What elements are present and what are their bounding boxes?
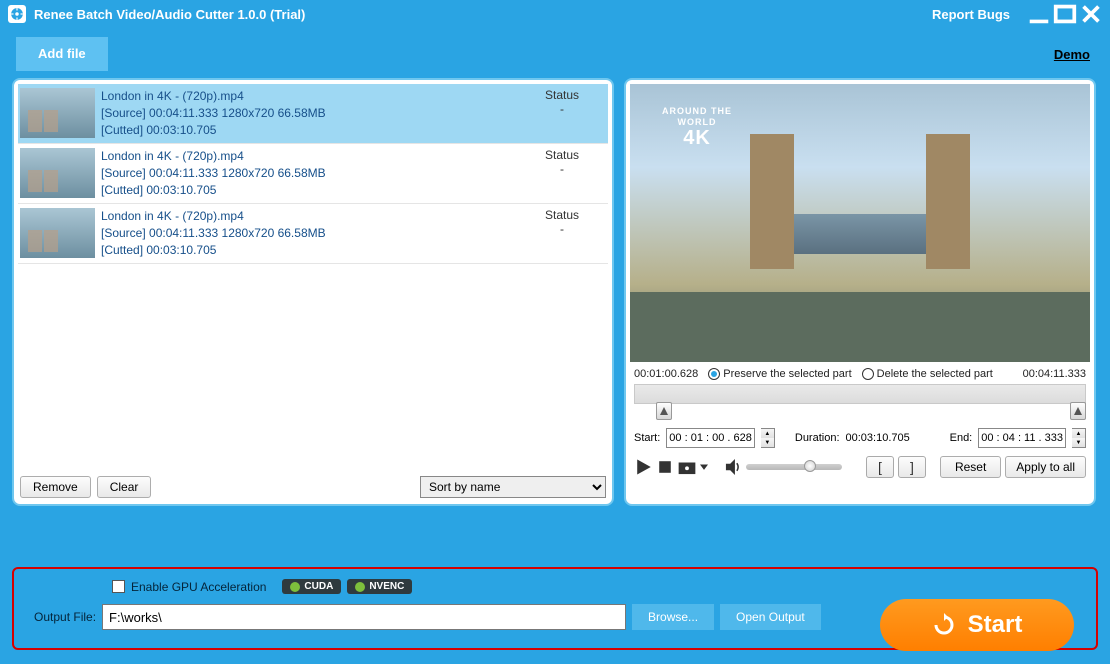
- status-label: Status: [522, 148, 602, 162]
- duration-value: 00:03:10.705: [846, 432, 910, 444]
- start-time-input[interactable]: 00 : 01 : 00 . 628: [666, 428, 755, 448]
- file-cutted: [Cutted] 00:03:10.705: [101, 242, 522, 259]
- output-section: Enable GPU Acceleration CUDA NVENC Outpu…: [12, 567, 1098, 650]
- preview-panel: AROUND THE WORLD 4K 00:01:00.628 Preserv…: [624, 78, 1096, 506]
- browse-button[interactable]: Browse...: [632, 604, 714, 630]
- file-cutted: [Cutted] 00:03:10.705: [101, 122, 522, 139]
- file-thumbnail: [20, 148, 95, 198]
- file-name: London in 4K - (720p).mp4: [101, 88, 522, 105]
- output-file-input[interactable]: [102, 604, 626, 630]
- cuda-badge: CUDA: [282, 579, 341, 594]
- video-preview[interactable]: AROUND THE WORLD 4K: [630, 84, 1090, 362]
- file-source: [Source] 00:04:11.333 1280x720 66.58MB: [101, 165, 522, 182]
- app-logo-icon: [8, 5, 26, 23]
- file-row[interactable]: London in 4K - (720p).mp4 [Source] 00:04…: [18, 204, 608, 264]
- file-row[interactable]: London in 4K - (720p).mp4 [Source] 00:04…: [18, 144, 608, 204]
- status-value: -: [522, 102, 602, 116]
- watermark-4k: AROUND THE WORLD 4K: [662, 106, 732, 148]
- top-row: Add file Demo: [0, 28, 1110, 74]
- maximize-button[interactable]: [1052, 4, 1078, 24]
- close-button[interactable]: [1078, 4, 1104, 24]
- file-source: [Source] 00:04:11.333 1280x720 66.58MB: [101, 225, 522, 242]
- mark-in-button[interactable]: [: [866, 456, 894, 478]
- file-thumbnail: [20, 208, 95, 258]
- apply-to-all-button[interactable]: Apply to all: [1005, 456, 1086, 478]
- start-button[interactable]: Start: [880, 599, 1074, 651]
- snapshot-dropdown-icon[interactable]: [700, 458, 708, 476]
- delete-radio[interactable]: Delete the selected part: [862, 368, 993, 380]
- file-row[interactable]: London in 4K - (720p).mp4 [Source] 00:04…: [18, 84, 608, 144]
- preserve-radio[interactable]: Preserve the selected part: [708, 368, 851, 380]
- file-name: London in 4K - (720p).mp4: [101, 148, 522, 165]
- start-label: Start:: [634, 432, 660, 444]
- demo-link[interactable]: Demo: [1054, 47, 1090, 62]
- remove-button[interactable]: Remove: [20, 476, 91, 498]
- end-time-input[interactable]: 00 : 04 : 11 . 333: [978, 428, 1066, 448]
- gpu-label: Enable GPU Acceleration: [131, 580, 266, 594]
- start-spinner[interactable]: ▲▼: [761, 428, 775, 448]
- file-name: London in 4K - (720p).mp4: [101, 208, 522, 225]
- minimize-button[interactable]: [1026, 4, 1052, 24]
- file-list-panel: London in 4K - (720p).mp4 [Source] 00:04…: [12, 78, 614, 506]
- status-value: -: [522, 222, 602, 236]
- titlebar: Renee Batch Video/Audio Cutter 1.0.0 (Tr…: [0, 0, 1110, 28]
- status-value: -: [522, 162, 602, 176]
- refresh-icon: [932, 613, 956, 637]
- volume-icon[interactable]: [724, 458, 742, 476]
- nvenc-badge: NVENC: [347, 579, 412, 594]
- total-time: 00:04:11.333: [1023, 368, 1086, 380]
- open-output-button[interactable]: Open Output: [720, 604, 821, 630]
- status-label: Status: [522, 208, 602, 222]
- status-label: Status: [522, 88, 602, 102]
- file-cutted: [Cutted] 00:03:10.705: [101, 182, 522, 199]
- duration-label: Duration:: [795, 432, 840, 444]
- sort-select[interactable]: Sort by name: [420, 476, 606, 498]
- gpu-checkbox[interactable]: [112, 580, 125, 593]
- clear-button[interactable]: Clear: [97, 476, 152, 498]
- output-file-label: Output File:: [34, 610, 96, 624]
- file-source: [Source] 00:04:11.333 1280x720 66.58MB: [101, 105, 522, 122]
- end-handle[interactable]: [1070, 402, 1086, 420]
- end-label: End:: [950, 432, 973, 444]
- file-list: London in 4K - (720p).mp4 [Source] 00:04…: [18, 84, 608, 472]
- file-thumbnail: [20, 88, 95, 138]
- current-time: 00:01:00.628: [634, 368, 698, 380]
- start-handle[interactable]: [656, 402, 672, 420]
- mark-out-button[interactable]: ]: [898, 456, 926, 478]
- reset-button[interactable]: Reset: [940, 456, 1001, 478]
- volume-slider[interactable]: [746, 464, 842, 470]
- end-spinner[interactable]: ▲▼: [1072, 428, 1086, 448]
- play-icon[interactable]: [634, 458, 652, 476]
- report-bugs-link[interactable]: Report Bugs: [932, 7, 1010, 22]
- stop-icon[interactable]: [656, 458, 674, 476]
- range-track[interactable]: [634, 384, 1086, 404]
- window-title: Renee Batch Video/Audio Cutter 1.0.0 (Tr…: [34, 7, 305, 22]
- add-file-button[interactable]: Add file: [16, 37, 108, 71]
- snapshot-icon[interactable]: [678, 458, 696, 476]
